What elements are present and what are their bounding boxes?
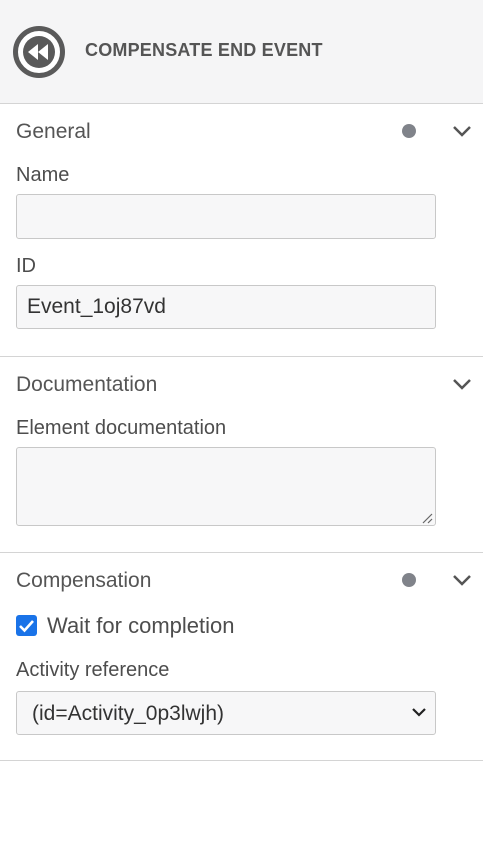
checkmark-icon — [19, 620, 34, 633]
chevron-down-icon[interactable] — [451, 573, 473, 587]
compensation-group: Compensation Wait for completion Activit… — [0, 553, 483, 761]
chevron-down-icon — [412, 708, 426, 717]
general-group: General Name ID — [0, 104, 483, 357]
activity-reference-label: Activity reference — [16, 659, 170, 681]
wait-for-completion-label[interactable]: Wait for completion — [47, 613, 234, 639]
name-label: Name — [16, 164, 70, 186]
general-changed-dot — [402, 124, 416, 138]
activity-reference-select[interactable]: (id=Activity_0p3lwjh) — [16, 691, 436, 735]
panel-title: COMPENSATE END EVENT — [85, 40, 323, 60]
id-input[interactable] — [16, 285, 436, 329]
general-group-title[interactable]: General — [16, 120, 91, 144]
documentation-textarea[interactable] — [16, 447, 436, 526]
chevron-down-icon[interactable] — [451, 124, 473, 138]
compensation-changed-dot — [402, 573, 416, 587]
documentation-group: Documentation Element documentation — [0, 357, 483, 553]
activity-reference-value: (id=Activity_0p3lwjh) — [32, 702, 224, 725]
properties-header: COMPENSATE END EVENT — [0, 0, 483, 104]
documentation-group-title[interactable]: Documentation — [16, 373, 157, 397]
compensation-group-title[interactable]: Compensation — [16, 569, 151, 593]
resize-handle-icon[interactable] — [421, 512, 433, 524]
id-label: ID — [16, 255, 36, 277]
compensate-end-event-icon — [13, 26, 65, 78]
wait-for-completion-checkbox[interactable] — [16, 615, 37, 636]
name-input[interactable] — [16, 194, 436, 239]
documentation-label: Element documentation — [16, 417, 227, 439]
chevron-down-icon[interactable] — [451, 377, 473, 391]
